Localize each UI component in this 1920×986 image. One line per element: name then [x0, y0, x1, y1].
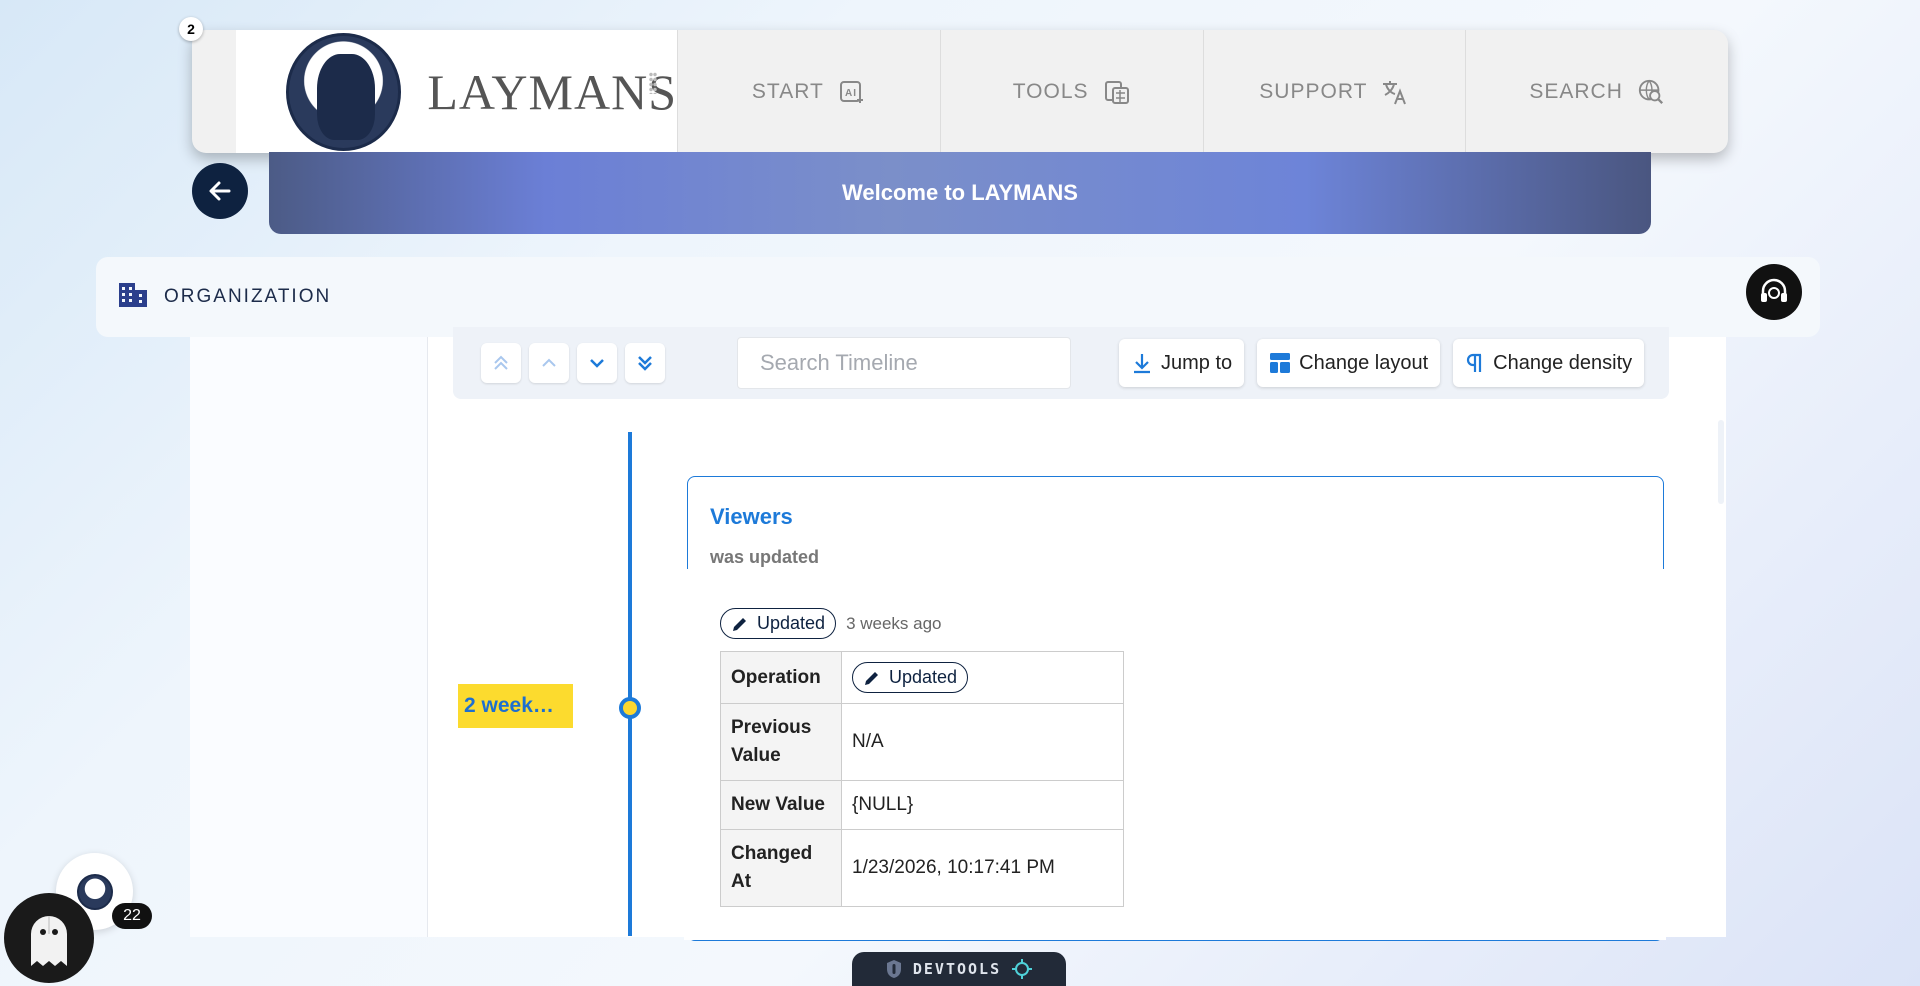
nav-support[interactable]: SUPPORT: [1204, 30, 1467, 153]
row-key: New Value: [720, 780, 842, 830]
search-globe-icon: [1637, 78, 1665, 106]
timeline-line: [628, 432, 632, 936]
next-entry-button[interactable]: [577, 343, 617, 383]
timeline-dot[interactable]: [619, 697, 641, 719]
row-value: 1/23/2026, 10:17:41 PM: [841, 829, 1124, 907]
logo[interactable]: LAYMANS: [236, 30, 678, 153]
organization-label[interactable]: ORGANIZATION: [164, 286, 331, 308]
shield-icon: [886, 960, 901, 978]
change-details-table: Operation Updated Previous Value N/A New…: [720, 651, 1124, 907]
nav-search-label: SEARCH: [1529, 79, 1623, 103]
chevron-up-icon: [542, 358, 556, 367]
updated-chip: Updated: [720, 608, 837, 639]
jump-to-button[interactable]: Jump to: [1119, 339, 1245, 387]
download-arrow-icon: [1134, 354, 1150, 374]
headset-icon: [1761, 278, 1787, 302]
jump-to-label: Jump to: [1161, 351, 1233, 374]
welcome-text: Welcome to LAYMANS: [842, 180, 1078, 205]
change-layout-button[interactable]: Change layout: [1257, 339, 1441, 387]
devtools-tab[interactable]: DEVTOOLS: [852, 952, 1066, 986]
timeline-time-tag: 2 week…: [458, 684, 573, 728]
row-value: {NULL}: [841, 780, 1124, 830]
search-timeline-input[interactable]: [737, 337, 1071, 389]
notification-badge[interactable]: 2: [179, 17, 203, 41]
scrollbar[interactable]: [1718, 420, 1724, 504]
layout-icon: [1270, 353, 1291, 373]
support-chat-button[interactable]: [1746, 264, 1802, 320]
change-layout-label: Change layout: [1299, 351, 1429, 374]
change-density-label: Change density: [1493, 351, 1633, 374]
operation-chip: Updated: [852, 662, 969, 693]
row-value: N/A: [841, 703, 1124, 781]
operation-chip-label: Updated: [889, 667, 958, 687]
svg-text:AI: AI: [845, 88, 857, 99]
row-value: Updated: [841, 651, 1124, 704]
table-row: Changed At 1/23/2026, 10:17:41 PM: [720, 829, 1124, 907]
pencil-icon: [733, 617, 746, 631]
drag-handle-icon[interactable]: [649, 72, 657, 94]
chevron-down-icon: [590, 359, 604, 368]
pilcrow-icon: [1467, 353, 1482, 372]
nav-tools-label: TOOLS: [1012, 79, 1089, 103]
updated-chip-label: Updated: [757, 613, 826, 633]
table-row: New Value {NULL}: [720, 780, 1124, 830]
last-entry-button[interactable]: [625, 343, 665, 383]
row-key: Previous Value: [720, 703, 842, 781]
left-rail: [190, 337, 428, 937]
assistant-button[interactable]: [4, 893, 94, 983]
count-badge: 22: [112, 903, 152, 929]
pencil-icon: [865, 671, 878, 685]
nav-tools[interactable]: TOOLS: [941, 30, 1204, 153]
avatar: [76, 873, 113, 910]
nav-support-label: SUPPORT: [1259, 79, 1368, 103]
row-key: Operation: [720, 651, 842, 704]
double-chevron-down-icon: [638, 356, 652, 371]
lady-justice-emblem: [286, 32, 402, 151]
translate-icon: [1381, 78, 1409, 106]
ai-sparkle-icon: AI: [838, 78, 866, 106]
timeline-toolbar: Jump to Change layout Change density: [453, 327, 1669, 399]
logo-text: LAYMANS: [427, 63, 677, 120]
crosshair-icon[interactable]: [1011, 958, 1033, 980]
arrow-left-icon: [209, 181, 231, 201]
calculator-icon: [1103, 78, 1131, 106]
change-density-button[interactable]: Change density: [1453, 339, 1645, 387]
nav-start[interactable]: START AI: [678, 30, 941, 153]
entry-subtitle: was updated: [710, 547, 820, 567]
row-key: Changed At: [720, 829, 842, 907]
devtools-label: DEVTOOLS: [912, 960, 1002, 978]
organization-bar: ORGANIZATION: [96, 257, 1820, 337]
double-chevron-up-icon: [494, 355, 508, 370]
entry-details: Updated 3 weeks ago Operation Updated Pr…: [684, 569, 1666, 940]
ghost-icon: [31, 916, 67, 966]
entry-title: Viewers: [710, 504, 793, 529]
first-entry-button[interactable]: [481, 343, 521, 383]
nav-search[interactable]: SEARCH: [1466, 30, 1728, 153]
table-row: Operation Updated: [720, 651, 1124, 704]
previous-entry-button[interactable]: [529, 343, 569, 383]
welcome-banner: Welcome to LAYMANS: [269, 152, 1651, 234]
relative-time: 3 weeks ago: [846, 613, 942, 633]
top-navigation: LAYMANS START AI TOOLS SUPPORT SEARCH: [192, 30, 1728, 153]
table-row: Previous Value N/A: [720, 703, 1124, 781]
building-icon: [118, 281, 148, 314]
nav-start-label: START: [751, 79, 824, 103]
back-button[interactable]: [192, 163, 248, 219]
